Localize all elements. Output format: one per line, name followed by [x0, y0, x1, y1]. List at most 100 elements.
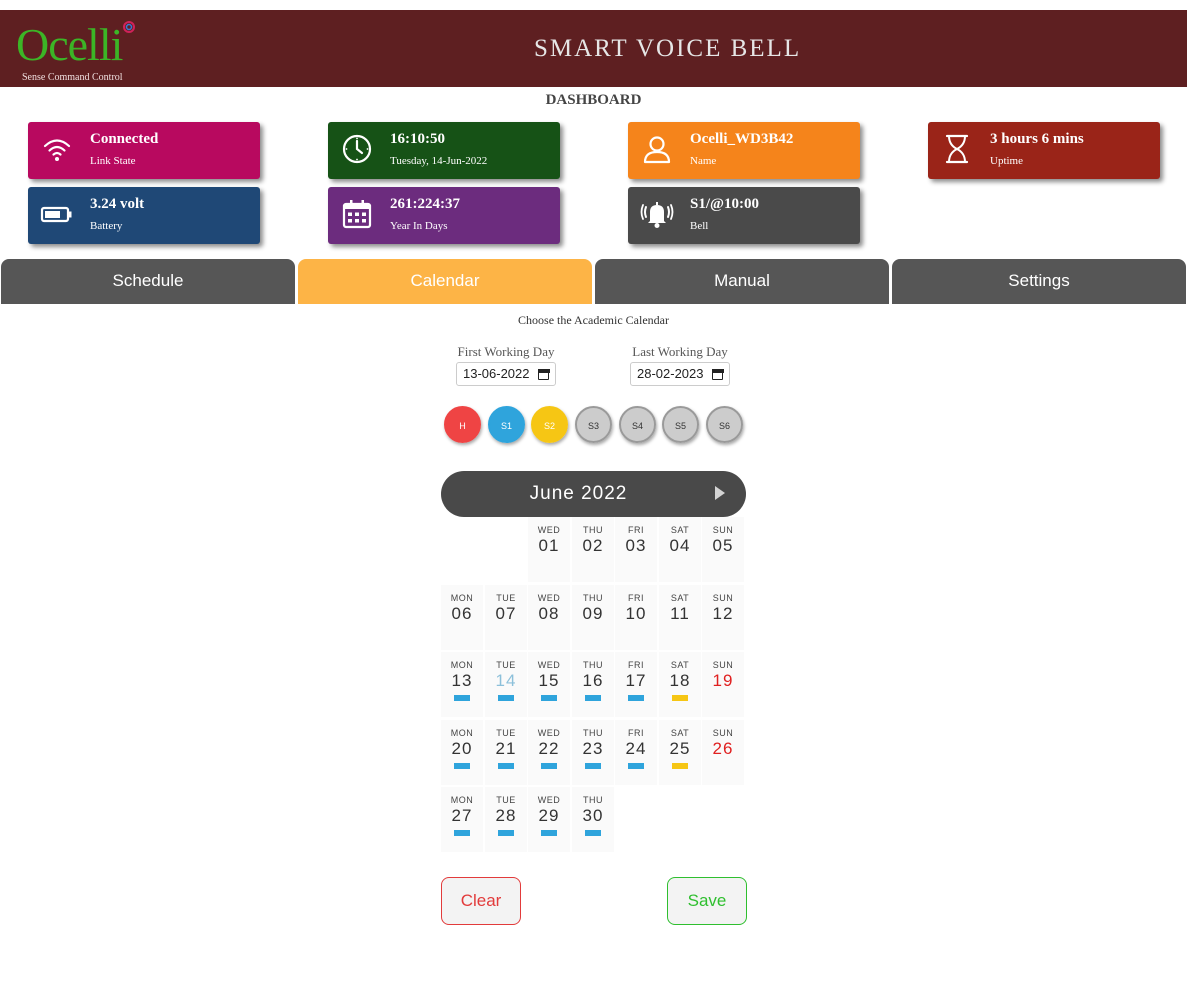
card-clock: 16:10:50 Tuesday, 14-Jun-2022	[328, 122, 560, 179]
day-number: 06	[451, 604, 473, 623]
first-working-day-input[interactable]: 13-06-2022	[456, 362, 556, 386]
date-picker-icon[interactable]	[537, 368, 550, 380]
logo-tagline: Sense Command Control	[22, 72, 123, 83]
card-year-days: 261:224:37 Year In Days	[328, 187, 560, 244]
day-number: 03	[625, 536, 647, 555]
wifi-icon	[43, 139, 71, 161]
day-of-week-label: MON	[450, 593, 474, 603]
hourglass-icon	[945, 134, 969, 164]
calendar-day-12[interactable]: SUN 12	[702, 585, 744, 650]
day-number: 25	[669, 739, 691, 758]
last-working-day-input[interactable]: 28-02-2023	[630, 362, 730, 386]
calendar-day-09[interactable]: THU 09	[572, 585, 614, 650]
day-of-week-label: SAT	[670, 660, 690, 670]
schedule-dot-s6[interactable]: S6	[706, 406, 743, 443]
calendar-day-22[interactable]: WED 22	[528, 720, 570, 785]
clear-button[interactable]: Clear	[441, 877, 521, 925]
calendar-day-15[interactable]: WED 15	[528, 652, 570, 717]
day-of-week-label: SAT	[670, 728, 690, 738]
calendar-day-16[interactable]: THU 16	[572, 652, 614, 717]
device-name-label: Name	[690, 155, 717, 167]
tab-manual[interactable]: Manual	[595, 259, 889, 304]
day-number: 27	[451, 806, 473, 825]
schedule-dot-s4[interactable]: S4	[619, 406, 656, 443]
calendar-day-06[interactable]: MON 06	[441, 585, 483, 650]
calendar-icon	[342, 200, 372, 229]
day-of-week-label: WED	[537, 660, 561, 670]
day-number: 23	[582, 739, 604, 758]
calendar-day-05[interactable]: SUN 05	[702, 517, 744, 582]
link-state-value: Connected	[90, 131, 159, 147]
calendar-day-02[interactable]: THU 02	[572, 517, 614, 582]
schedule-marker	[585, 695, 601, 701]
schedule-dot-h[interactable]: H	[444, 406, 481, 443]
schedule-marker	[541, 763, 557, 769]
year-days-value: 261:224:37	[390, 196, 460, 212]
day-number: 29	[538, 806, 560, 825]
schedule-marker	[585, 763, 601, 769]
clock-label: Tuesday, 14-Jun-2022	[390, 155, 488, 167]
day-of-week-label: SAT	[670, 593, 690, 603]
calendar-day-21[interactable]: TUE 21	[485, 720, 527, 785]
next-month-arrow-icon[interactable]	[715, 486, 725, 500]
card-bell: S1/@10:00 Bell	[628, 187, 860, 244]
schedule-dot-s2[interactable]: S2	[531, 406, 568, 443]
calendar-day-29[interactable]: WED 29	[528, 787, 570, 852]
calendar-day-08[interactable]: WED 08	[528, 585, 570, 650]
calendar-day-23[interactable]: THU 23	[572, 720, 614, 785]
day-number: 11	[670, 604, 690, 623]
calendar-day-11[interactable]: SAT 11	[659, 585, 701, 650]
calendar-day-14[interactable]: TUE 14	[485, 652, 527, 717]
tab-schedule[interactable]: Schedule	[1, 259, 295, 304]
schedule-dot-s3[interactable]: S3	[575, 406, 612, 443]
calendar-day-01[interactable]: WED 01	[528, 517, 570, 582]
day-number: 12	[712, 604, 734, 623]
calendar-day-25[interactable]: SAT 25	[659, 720, 701, 785]
day-of-week-label: SAT	[670, 525, 690, 535]
card-battery: 3.24 volt Battery	[28, 187, 260, 244]
schedule-marker	[454, 830, 470, 836]
schedule-marker	[541, 695, 557, 701]
battery-icon	[40, 206, 72, 223]
app-header: Ocelli Sense Command Control SMART VOICE…	[0, 10, 1187, 87]
calendar-day-03[interactable]: FRI 03	[615, 517, 657, 582]
calendar-subtitle: Choose the Academic Calendar	[518, 313, 669, 327]
last-working-day-value: 28-02-2023	[637, 366, 704, 381]
schedule-marker	[672, 763, 688, 769]
day-number: 10	[625, 604, 647, 623]
calendar-day-10[interactable]: FRI 10	[615, 585, 657, 650]
calendar-day-20[interactable]: MON 20	[441, 720, 483, 785]
day-number: 16	[582, 671, 604, 690]
schedule-dot-s1[interactable]: S1	[488, 406, 525, 443]
tab-settings[interactable]: Settings	[892, 259, 1186, 304]
calendar-day-17[interactable]: FRI 17	[615, 652, 657, 717]
day-number: 15	[538, 671, 560, 690]
schedule-marker	[628, 695, 644, 701]
calendar-day-13[interactable]: MON 13	[441, 652, 483, 717]
schedule-marker	[672, 695, 688, 701]
logo-text: Ocelli	[16, 19, 123, 70]
tab-calendar[interactable]: Calendar	[298, 259, 592, 304]
clock-icon	[342, 134, 372, 164]
calendar-day-28[interactable]: TUE 28	[485, 787, 527, 852]
day-of-week-label: WED	[537, 728, 561, 738]
date-picker-icon[interactable]	[711, 368, 724, 380]
calendar-day-18[interactable]: SAT 18	[659, 652, 701, 717]
save-button[interactable]: Save	[667, 877, 747, 925]
calendar-day-24[interactable]: FRI 24	[615, 720, 657, 785]
calendar-day-27[interactable]: MON 27	[441, 787, 483, 852]
calendar-day-19[interactable]: SUN 19	[702, 652, 744, 717]
calendar-day-30[interactable]: THU 30	[572, 787, 614, 852]
day-number: 13	[451, 671, 473, 690]
day-number: 14	[495, 671, 517, 690]
schedule-dot-s5[interactable]: S5	[662, 406, 699, 443]
card-link-state: Connected Link State	[28, 122, 260, 179]
day-of-week-label: FRI	[628, 593, 644, 603]
day-of-week-label: TUE	[496, 728, 516, 738]
card-uptime: 3 hours 6 mins Uptime	[928, 122, 1160, 179]
day-of-week-label: WED	[537, 525, 561, 535]
calendar-day-07[interactable]: TUE 07	[485, 585, 527, 650]
day-number: 24	[625, 739, 647, 758]
calendar-day-04[interactable]: SAT 04	[659, 517, 701, 582]
calendar-day-26[interactable]: SUN 26	[702, 720, 744, 785]
